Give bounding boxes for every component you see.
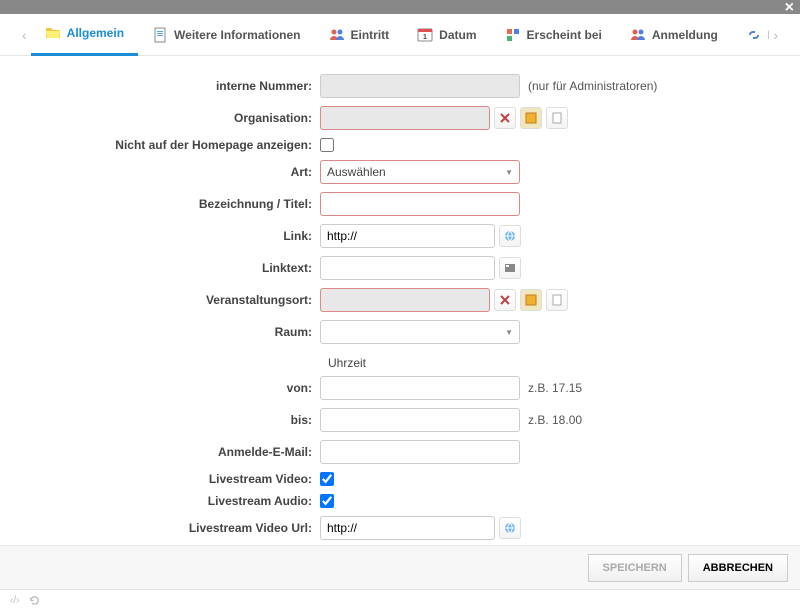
tab-anmeldung[interactable]: Anmeldung (616, 13, 732, 56)
refresh-icon[interactable] (29, 595, 40, 606)
event-dialog: × ‹ Allgemein Weitere Informationen Eint… (0, 0, 800, 611)
von-field[interactable] (320, 376, 520, 400)
label-veranstaltungsort: Veranstaltungsort: (10, 293, 320, 307)
label-organisation: Organisation: (10, 111, 320, 125)
raum-select[interactable]: ▼ (320, 320, 520, 344)
label-bezeichnung: Bezeichnung / Titel: (10, 197, 320, 211)
art-value: Auswählen (327, 165, 386, 179)
people-icon (630, 27, 646, 43)
tab-strip: ‹ Allgemein Weitere Informationen Eintri… (0, 14, 800, 56)
label-anmelde-email: Anmelde-E-Mail: (10, 445, 320, 459)
uhrzeit-heading: Uhrzeit (328, 352, 760, 376)
linktext-icon-button[interactable] (499, 257, 521, 279)
tab-scroll-right-icon[interactable]: › (769, 27, 782, 43)
footer-toolbar: SPEICHERN ABBRECHEN (0, 545, 800, 589)
search-ort-button[interactable] (520, 289, 542, 311)
ls-video-checkbox[interactable] (320, 472, 334, 486)
cancel-button[interactable]: ABBRECHEN (688, 554, 788, 582)
anmelde-email-field[interactable] (320, 440, 520, 464)
art-select[interactable]: Auswählen ▼ (320, 160, 520, 184)
veranstaltungsort-field[interactable] (320, 288, 490, 312)
folder-icon (45, 25, 61, 41)
tab-label: Weitere Informationen (174, 28, 300, 42)
tab-erweitert[interactable]: Erwe (732, 13, 769, 56)
document-icon (152, 27, 168, 43)
open-video-url-button[interactable] (499, 517, 521, 539)
people-icon (329, 27, 345, 43)
label-raum: Raum: (10, 325, 320, 339)
tab-erscheint-bei[interactable]: Erscheint bei (491, 13, 616, 56)
code-icon[interactable]: ‹/› (10, 595, 19, 606)
save-button[interactable]: SPEICHERN (588, 554, 682, 582)
label-link: Link: (10, 229, 320, 243)
link-icon (746, 27, 762, 43)
title-bar: × (0, 0, 800, 14)
tabs: Allgemein Weitere Informationen Eintritt… (31, 13, 770, 56)
ls-video-url-field[interactable] (320, 516, 495, 540)
chevron-down-icon: ▼ (505, 328, 513, 337)
homepage-hide-checkbox[interactable] (320, 138, 334, 152)
tab-scroll-left-icon[interactable]: ‹ (18, 27, 31, 43)
search-org-button[interactable] (520, 107, 542, 129)
status-bar: ‹/› (0, 589, 800, 611)
tab-eintritt[interactable]: Eintritt (315, 13, 404, 56)
linktext-field[interactable] (320, 256, 495, 280)
clear-org-button[interactable] (494, 107, 516, 129)
interne-nummer-field (320, 74, 520, 98)
von-hint: z.B. 17.15 (528, 381, 582, 395)
label-ls-video-url: Livestream Video Url: (10, 521, 320, 535)
organisation-field[interactable] (320, 106, 490, 130)
tab-label: Anmeldung (652, 28, 718, 42)
edit-org-button[interactable] (546, 107, 568, 129)
tab-datum[interactable]: 1 Datum (403, 13, 490, 56)
label-art: Art: (10, 165, 320, 179)
tab-allgemein[interactable]: Allgemein (31, 13, 138, 56)
class-icon (505, 27, 521, 43)
label-bis: bis: (10, 413, 320, 427)
label-ls-audio: Livestream Audio: (10, 494, 320, 508)
label-von: von: (10, 381, 320, 395)
ls-audio-checkbox[interactable] (320, 494, 334, 508)
clear-ort-button[interactable] (494, 289, 516, 311)
calendar-icon: 1 (417, 27, 433, 43)
edit-ort-button[interactable] (546, 289, 568, 311)
svg-text:1: 1 (423, 34, 427, 41)
label-homepage-hide: Nicht auf der Homepage anzeigen: (10, 138, 320, 152)
tab-label: Eintritt (351, 28, 390, 42)
admin-only-hint: (nur für Administratoren) (528, 79, 657, 93)
label-ls-video: Livestream Video: (10, 472, 320, 486)
bis-field[interactable] (320, 408, 520, 432)
form-body: interne Nummer: (nur für Administratoren… (0, 56, 800, 545)
label-interne-nummer: interne Nummer: (10, 79, 320, 93)
link-field[interactable] (320, 224, 495, 248)
label-linktext: Linktext: (10, 261, 320, 275)
chevron-down-icon: ▼ (505, 168, 513, 177)
tab-weitere-informationen[interactable]: Weitere Informationen (138, 13, 314, 56)
tab-label: Allgemein (67, 26, 124, 40)
tab-label: Datum (439, 28, 476, 42)
open-link-button[interactable] (499, 225, 521, 247)
tab-label: Erscheint bei (527, 28, 602, 42)
bezeichnung-field[interactable] (320, 192, 520, 216)
bis-hint: z.B. 18.00 (528, 413, 582, 427)
